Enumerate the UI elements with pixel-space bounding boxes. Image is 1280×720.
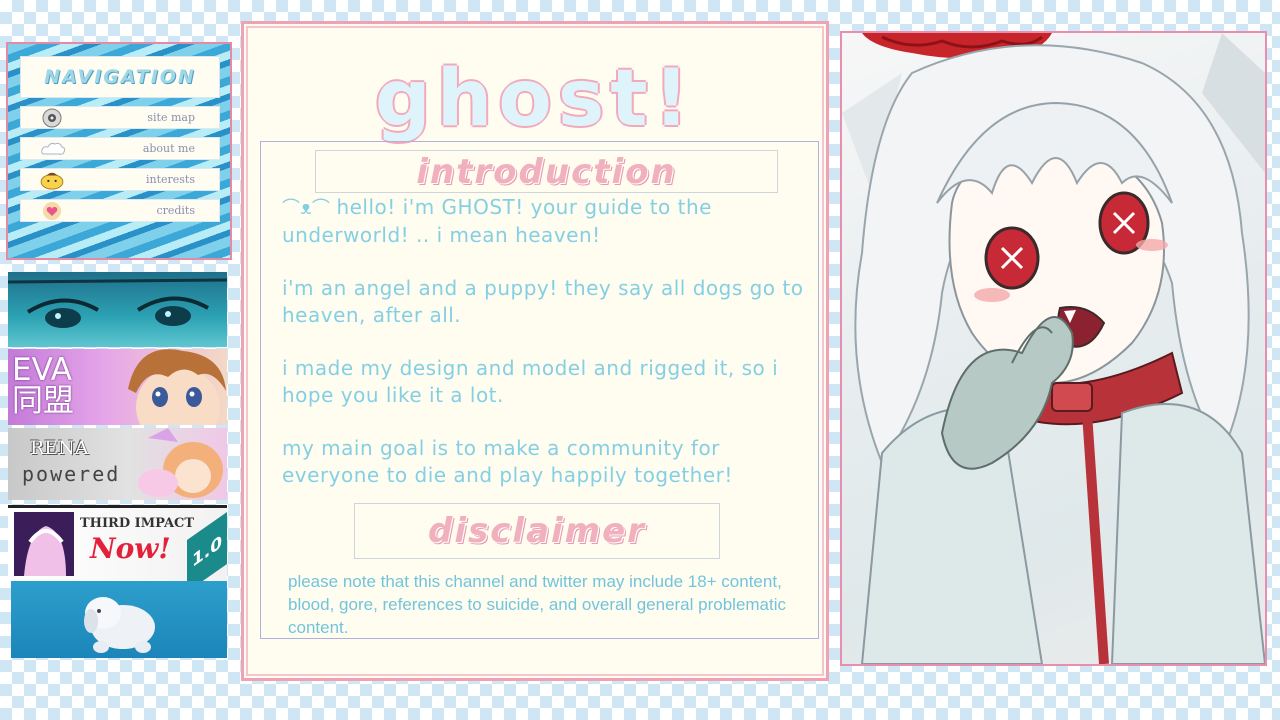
anime-boy-icon (128, 349, 226, 425)
ghost-character-icon (842, 33, 1265, 664)
nav-item-credits[interactable]: credits (20, 199, 220, 222)
intro-paragraph-2: i'm an angel and a puppy! they say all d… (282, 276, 804, 327)
main-card: ghost! introduction ⌒ᴥ⌒ hello! i'm GHOST!… (241, 21, 829, 681)
powered-text: powered (22, 462, 121, 486)
rena-text: RENA (30, 437, 89, 459)
heart-icon (43, 202, 61, 220)
eyes-artwork-icon (8, 278, 227, 328)
disclaimer-heading: disclaimer (354, 503, 720, 559)
nav-item-label: about me (142, 142, 195, 155)
plush-dog-banner[interactable] (11, 581, 227, 658)
nav-item-label: credits (156, 204, 195, 217)
content-box: introduction ⌒ᴥ⌒ hello! i'm GHOST! your g… (260, 141, 819, 639)
navigation-panel: NAVIGATION site map about me interests c… (6, 42, 232, 260)
nav-item-label: interests (145, 173, 195, 186)
page-title: ghost! (374, 54, 696, 144)
third-impact-banner[interactable]: THIRD IMPACT Now! 1.0 (8, 505, 227, 581)
character-thumbnail-icon (14, 512, 74, 576)
third-impact-now: Now! (90, 532, 171, 565)
eva-banner[interactable]: EVA 同盟 (8, 349, 227, 425)
swirl-icon: ⌒ᴥ⌒ (282, 198, 331, 219)
third-impact-heading: THIRD IMPACT (80, 516, 195, 531)
intro-paragraph-1-text: hello! i'm GHOST! your guide to the unde… (282, 195, 712, 247)
intro-paragraph-4: my main goal is to make a community for … (282, 436, 733, 487)
eyes-banner[interactable] (8, 272, 227, 347)
nav-item-site-map[interactable]: site map (20, 106, 220, 129)
plush-dog-icon (84, 597, 155, 653)
nav-item-about-me[interactable]: about me (20, 137, 220, 160)
disc-icon (42, 108, 62, 128)
rena-powered-banner[interactable]: RENA powered (8, 428, 227, 500)
cloud-icon (41, 142, 66, 155)
character-art-panel (840, 31, 1267, 666)
pompompurin-icon (40, 172, 64, 190)
introduction-heading: introduction (315, 150, 778, 193)
intro-paragraph-1: ⌒ᴥ⌒ hello! i'm GHOST! your guide to the u… (282, 194, 810, 249)
navigation-title: NAVIGATION (20, 56, 220, 98)
introduction-text: ⌒ᴥ⌒ hello! i'm GHOST! your guide to the u… (282, 194, 810, 515)
disclaimer-text: please note that this channel and twitte… (288, 572, 787, 637)
intro-paragraph-3: i made my design and model and rigged it… (282, 356, 779, 407)
nav-item-interests[interactable]: interests (20, 168, 220, 191)
nav-item-label: site map (147, 111, 195, 124)
